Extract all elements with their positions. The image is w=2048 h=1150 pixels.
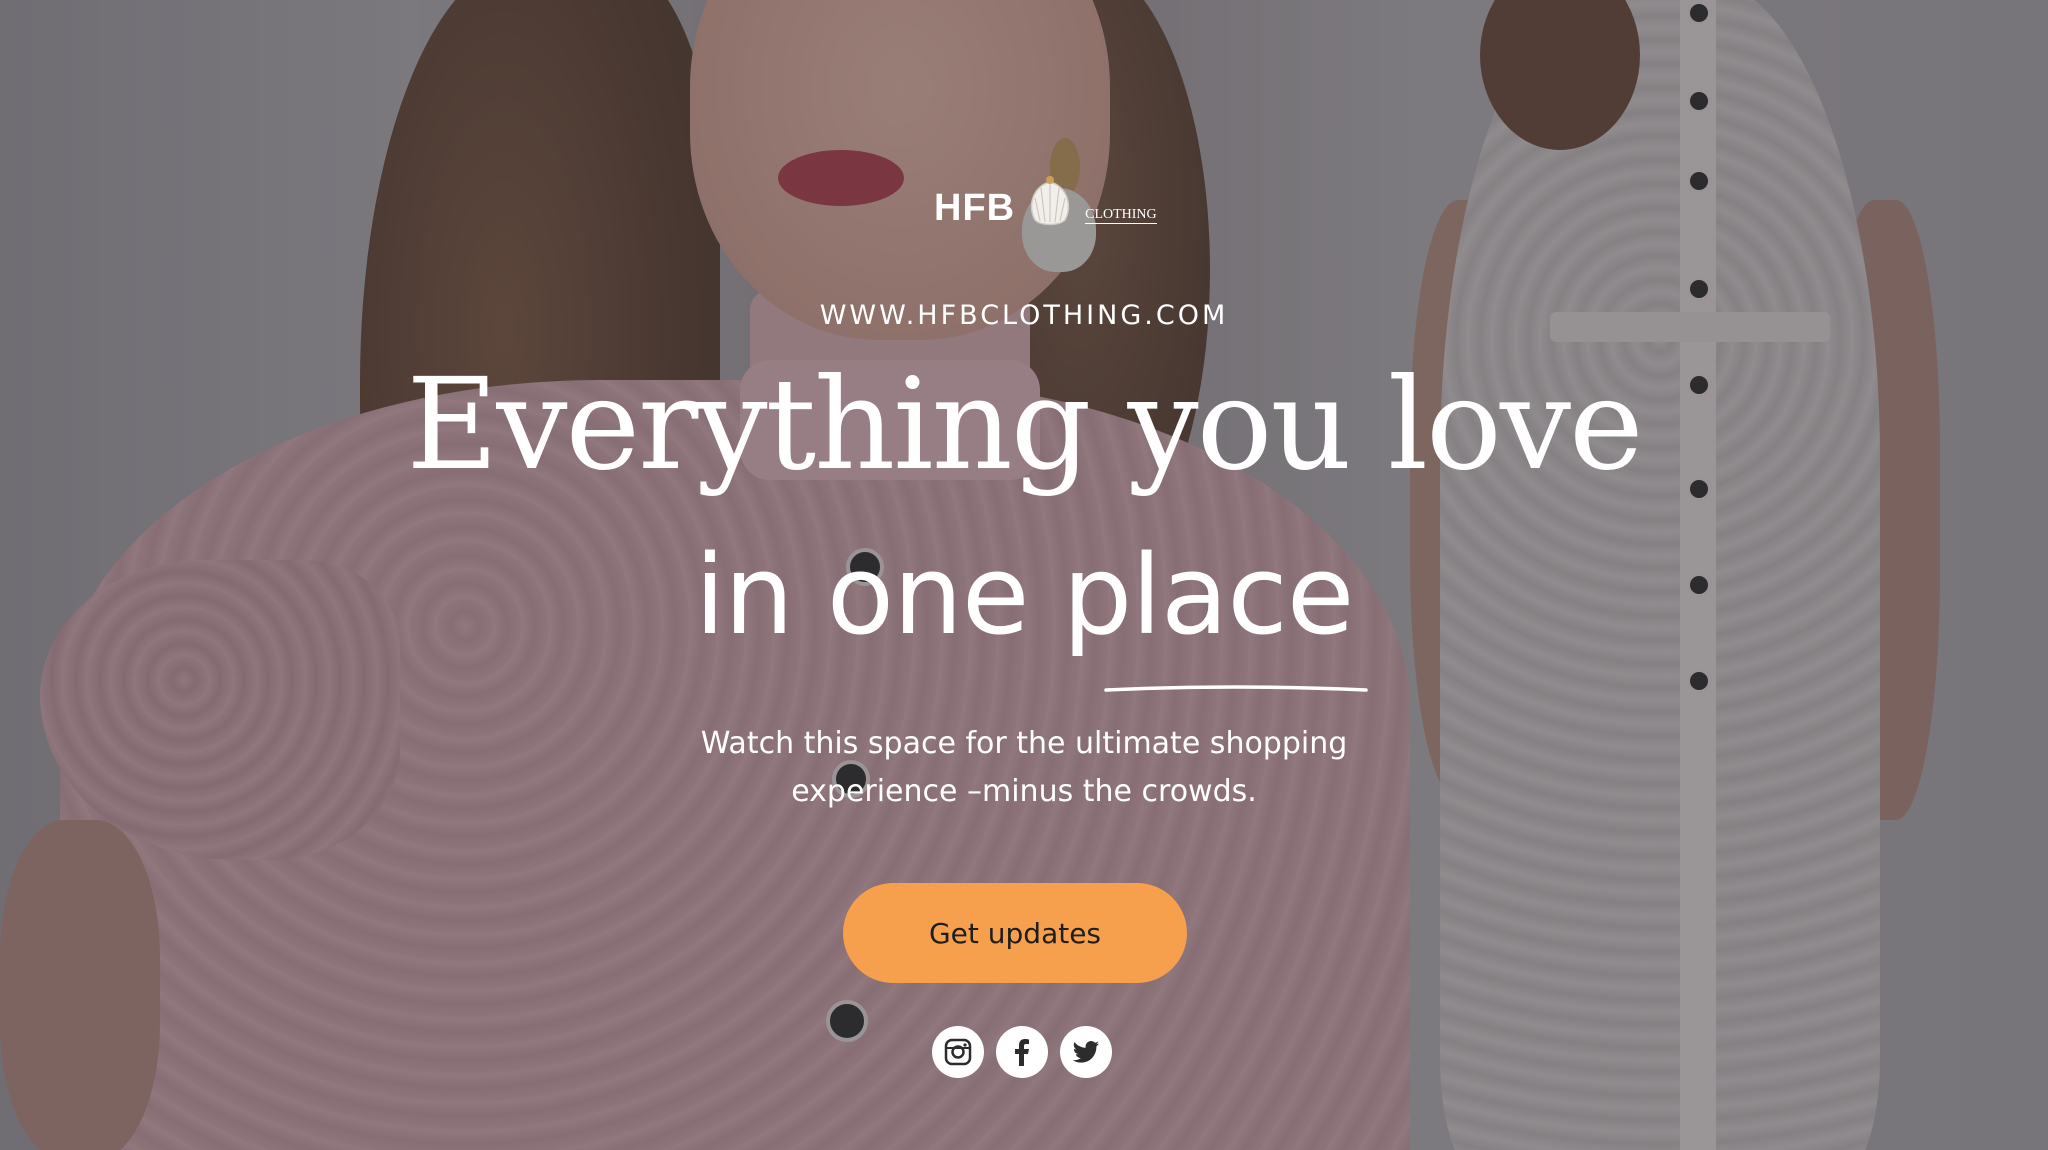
hero-subtitle: Watch this space for the ultimate shoppi… [0,720,2048,816]
social-links [932,1026,1112,1078]
get-updates-button[interactable]: Get updates [843,883,1187,983]
instagram-link[interactable] [932,1026,984,1078]
subtitle-line-1: Watch this space for the ultimate shoppi… [700,726,1348,761]
facebook-link[interactable] [996,1026,1048,1078]
headline-secondary: in one place [694,531,1355,659]
headline-underline [1104,685,1368,692]
facebook-icon [1015,1039,1029,1066]
instagram-icon [944,1038,972,1066]
twitter-link[interactable] [1060,1026,1112,1078]
hero-content: HFB CLOTHING WWW.HFBCLOTHING.COM Everyth… [0,0,2048,1150]
hero-section: HFB CLOTHING WWW.HFBCLOTHING.COM Everyth… [0,0,2048,1150]
brand-logo[interactable]: HFB CLOTHING [934,176,1157,230]
twitter-icon [1072,1041,1099,1063]
site-url[interactable]: WWW.HFBCLOTHING.COM [0,300,2048,331]
logo-wordmark: HFB [934,187,1016,229]
subtitle-line-2: experience –minus the crowds. [791,774,1257,809]
headline-primary: Everything you love [406,351,1643,498]
logo-tagline: CLOTHING [1085,207,1157,224]
shell-icon [1030,176,1070,226]
